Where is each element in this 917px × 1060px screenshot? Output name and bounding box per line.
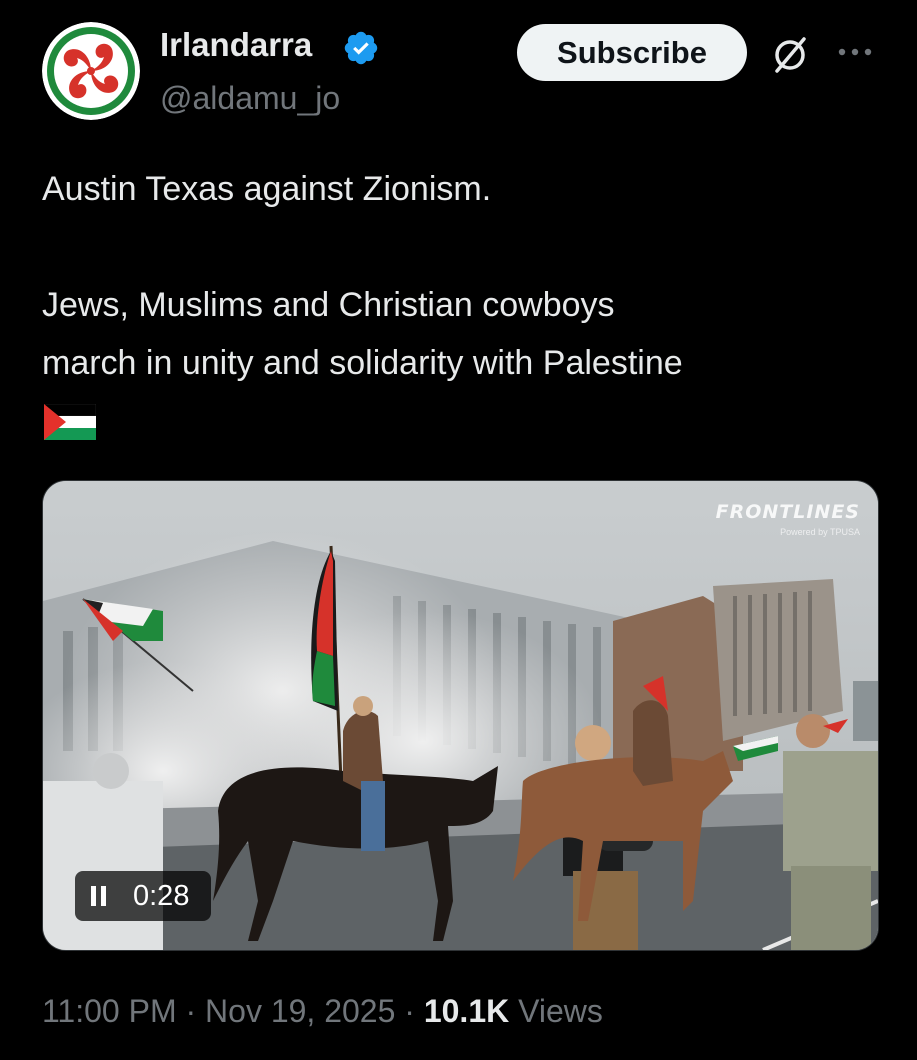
tweet-header: Irlandarra @aldamu_jo Subscribe <box>0 0 917 130</box>
user-handle[interactable]: @aldamu_jo <box>160 80 340 117</box>
video-player[interactable]: FRONTLINES Powered by TPUSA 0:28 <box>42 480 879 951</box>
tweet-text: Austin Texas against Zionism. Jews, Musl… <box>42 160 882 392</box>
lauburu-icon <box>42 22 140 120</box>
tweet-line: march in unity and solidarity with Pales… <box>42 344 683 382</box>
more-icon[interactable] <box>836 42 876 62</box>
post-time[interactable]: 11:00 PM <box>42 993 177 1029</box>
tweet-meta: 11:00 PM · Nov 19, 2025 · 10.1K Views <box>42 993 603 1030</box>
watermark-subtitle: Powered by TPUSA <box>780 527 860 537</box>
subscribe-button[interactable]: Subscribe <box>517 24 747 81</box>
palestine-flag-icon <box>44 404 96 440</box>
avatar[interactable] <box>42 22 140 120</box>
pause-icon[interactable] <box>89 885 109 907</box>
video-duration: 0:28 <box>133 880 190 912</box>
watermark-title: FRONTLINES <box>715 501 860 523</box>
display-name[interactable]: Irlandarra <box>160 26 312 64</box>
video-controls[interactable]: 0:28 <box>75 871 211 921</box>
tweet-line: Austin Texas against Zionism. <box>42 170 492 208</box>
separator: · <box>395 993 424 1029</box>
views-label: Views <box>509 993 603 1029</box>
post-date[interactable]: Nov 19, 2025 <box>205 993 395 1029</box>
tweet-line: Jews, Muslims and Christian cowboys <box>42 286 615 324</box>
grok-icon[interactable] <box>768 33 812 77</box>
video-watermark: FRONTLINES Powered by TPUSA <box>716 501 860 537</box>
views-count: 10.1K <box>423 993 510 1029</box>
separator: · <box>176 993 206 1029</box>
verified-badge-icon <box>344 31 378 65</box>
